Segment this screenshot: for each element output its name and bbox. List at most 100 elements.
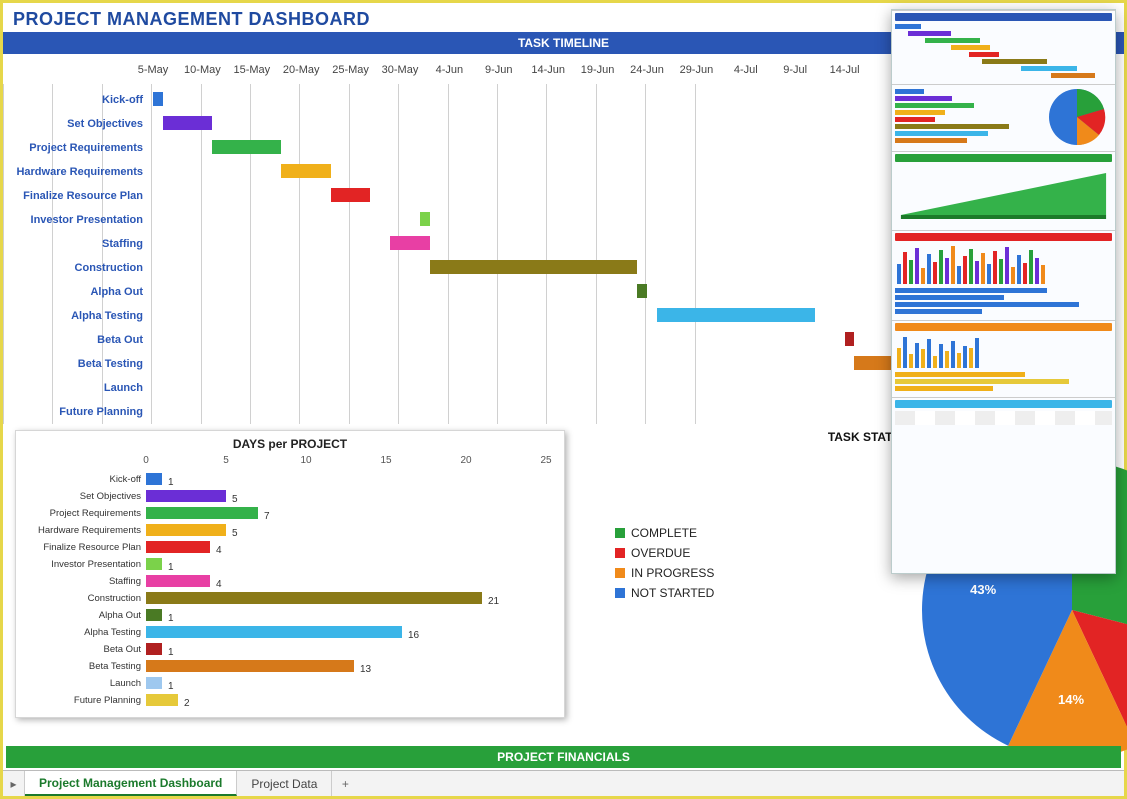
dpp-row: Beta Testing 13: [26, 658, 554, 675]
dpp-row: Project Requirements 7: [26, 505, 554, 522]
dpp-bar: [146, 592, 482, 604]
dpp-row: Beta Out1: [26, 641, 554, 658]
gantt-bar: [281, 164, 330, 178]
gantt-row: Project Requirements: [153, 136, 894, 160]
dpp-label: Set Objectives: [26, 488, 141, 505]
dpp-row: Alpha Out 1: [26, 607, 554, 624]
dpp-x-tick: 25: [540, 455, 551, 466]
dpp-bar: [146, 473, 162, 485]
gantt-row: Beta Out: [153, 328, 894, 352]
dpp-value: 1: [168, 477, 174, 488]
dpp-row: Construction21: [26, 590, 554, 607]
sheet-add-button[interactable]: +: [332, 771, 358, 796]
gantt-row: Launch: [153, 376, 894, 400]
legend-overdue: OVERDUE: [631, 546, 690, 560]
gantt-row: Alpha Out: [153, 280, 894, 304]
gantt-task-label: Beta Out: [3, 328, 148, 352]
dpp-label: Launch: [26, 675, 141, 692]
dpp-value: 1: [168, 613, 174, 624]
legend-inprogress: IN PROGRESS: [631, 566, 714, 580]
gantt-row: Staffing: [153, 232, 894, 256]
gantt-task-label: Investor Presentation: [3, 208, 148, 232]
dpp-row: Set Objectives 5: [26, 488, 554, 505]
gantt-x-tick: 4-Jun: [436, 64, 464, 76]
dpp-value: 5: [232, 494, 238, 505]
dpp-bar: [146, 660, 354, 672]
dpp-value: 13: [360, 664, 371, 675]
dpp-value: 1: [168, 681, 174, 692]
gantt-x-tick: 10-May: [184, 64, 221, 76]
dpp-value: 16: [408, 630, 419, 641]
dpp-label: Project Requirements: [26, 505, 141, 522]
gantt-row: Alpha Testing: [153, 304, 894, 328]
pie-slice-label: 43%: [970, 582, 996, 597]
dpp-row: Staffing4: [26, 573, 554, 590]
gantt-row: Investor Presentation: [153, 208, 894, 232]
dpp-value: 7: [264, 511, 270, 522]
gantt-row: Hardware Requirements: [153, 160, 894, 184]
gantt-bar: [430, 260, 637, 274]
gantt-x-tick: 15-May: [233, 64, 270, 76]
dpp-bar: [146, 490, 226, 502]
dpp-value: 2: [184, 698, 190, 709]
dpp-bar: [146, 558, 162, 570]
dpp-x-tick: 20: [460, 455, 471, 466]
pie-slice-label: 14%: [1058, 692, 1084, 707]
legend-complete: COMPLETE: [631, 526, 697, 540]
dpp-bar: [146, 541, 210, 553]
dpp-row: Kick-off1: [26, 471, 554, 488]
dpp-value: 21: [488, 596, 499, 607]
gantt-x-tick: 9-Jul: [783, 64, 807, 76]
gantt-x-tick: 9-Jun: [485, 64, 513, 76]
gantt-bar: [212, 140, 281, 154]
gantt-task-label: Launch: [3, 376, 148, 400]
dpp-label: Beta Testing: [26, 658, 141, 675]
dpp-bar: [146, 524, 226, 536]
dpp-bar: [146, 507, 258, 519]
gantt-bar: [390, 236, 430, 250]
dpp-title: DAYS per PROJECT: [26, 437, 554, 451]
dpp-bar: [146, 609, 162, 621]
dpp-row: Launch 1: [26, 675, 554, 692]
dpp-bar: [146, 643, 162, 655]
dashboard-thumbnail: [891, 9, 1116, 574]
dpp-value: 1: [168, 562, 174, 573]
gantt-task-label: Alpha Testing: [3, 304, 148, 328]
dpp-row: Future Planning 2: [26, 692, 554, 709]
dpp-bar: [146, 677, 162, 689]
dpp-x-tick: 10: [300, 455, 311, 466]
gantt-row: Kick-off: [153, 88, 894, 112]
gantt-x-tick: 5-May: [138, 64, 169, 76]
dpp-x-tick: 5: [223, 455, 229, 466]
gantt-bar: [845, 332, 855, 346]
sheet-tab-project-data[interactable]: Project Data: [237, 771, 332, 796]
task-status-legend: COMPLETE OVERDUE IN PROGRESS NOT STARTED: [615, 520, 714, 606]
days-per-project-chart: DAYS per PROJECT 0510152025 Kick-off1Set…: [15, 430, 565, 718]
gantt-row: Future Planning: [153, 400, 894, 424]
dpp-x-tick: 15: [380, 455, 391, 466]
gantt-x-tick: 30-May: [382, 64, 419, 76]
gantt-x-tick: 4-Jul: [734, 64, 758, 76]
gantt-x-tick: 20-May: [283, 64, 320, 76]
dpp-row: Hardware Requirements 5: [26, 522, 554, 539]
sheet-nav-prev[interactable]: ▸: [3, 771, 25, 796]
gantt-task-label: Finalize Resource Plan: [3, 184, 148, 208]
gantt-task-label: Project Requirements: [3, 136, 148, 160]
gantt-row: Set Objectives: [153, 112, 894, 136]
dpp-row: Finalize Resource Plan4: [26, 539, 554, 556]
sheet-tab-bar: ▸ Project Management Dashboard Project D…: [3, 770, 1124, 796]
gantt-bar: [854, 356, 894, 370]
dpp-row: Investor Presentation1: [26, 556, 554, 573]
dpp-value: 5: [232, 528, 238, 539]
gantt-x-tick: 19-Jun: [581, 64, 615, 76]
dpp-bar: [146, 575, 210, 587]
gantt-x-tick: 25-May: [332, 64, 369, 76]
gantt-row: Finalize Resource Plan: [153, 184, 894, 208]
gantt-row: Beta Testing: [153, 352, 894, 376]
sheet-tab-dashboard[interactable]: Project Management Dashboard: [25, 771, 237, 796]
dpp-label: Hardware Requirements: [26, 522, 141, 539]
dpp-label: Alpha Out: [26, 607, 141, 624]
gantt-x-tick: 29-Jun: [680, 64, 714, 76]
dpp-label: Future Planning: [26, 692, 141, 709]
gantt-bar: [153, 92, 163, 106]
